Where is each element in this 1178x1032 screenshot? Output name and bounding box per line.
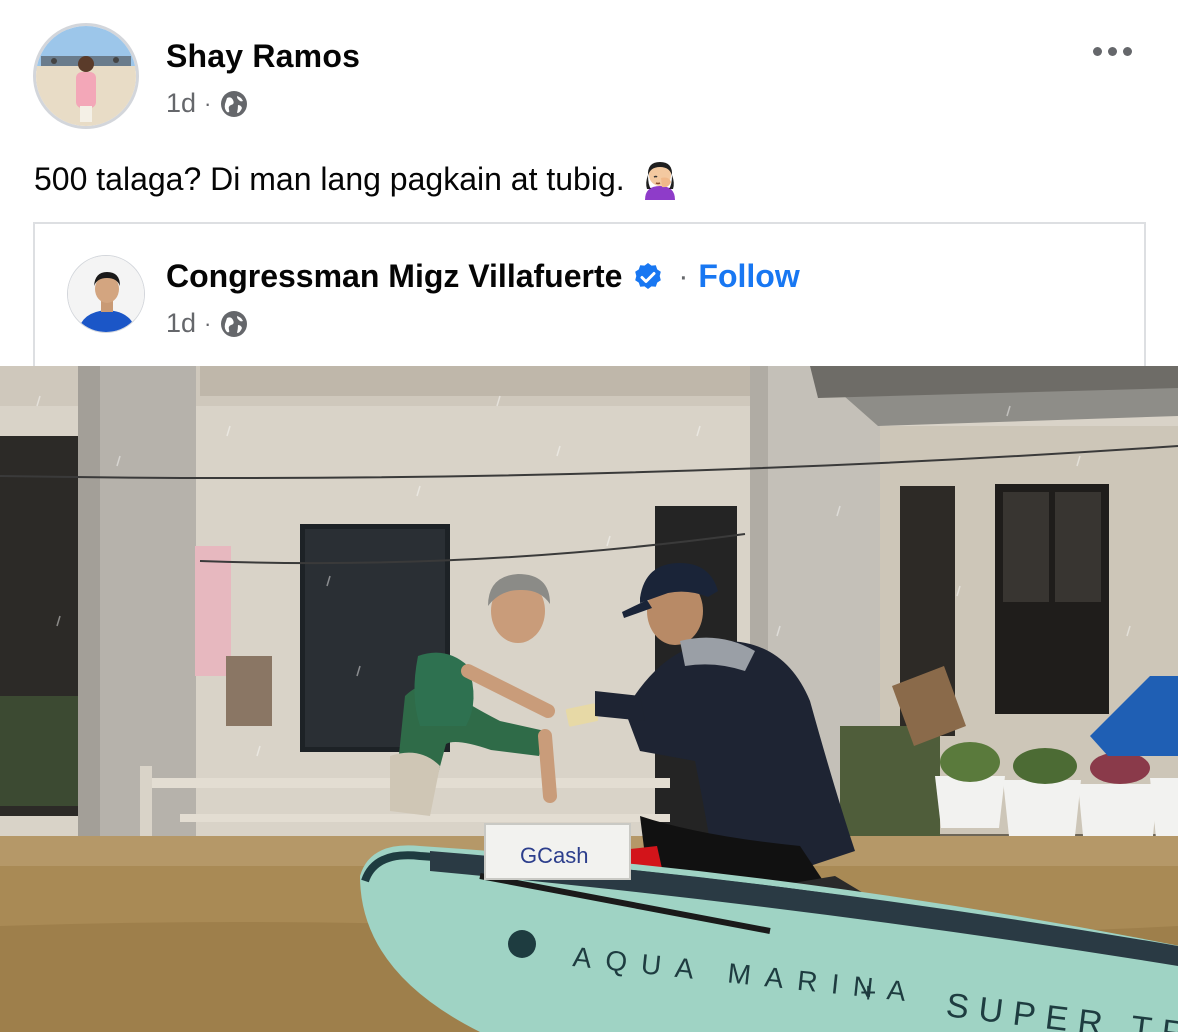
facepalm-emoji-icon (637, 156, 683, 202)
more-dot (1092, 46, 1102, 56)
globe-icon (219, 89, 249, 119)
follow-button[interactable]: Follow (698, 258, 799, 295)
more-dot (1122, 46, 1132, 56)
post-caption: 500 talaga? Di man lang pagkain at tubig… (34, 156, 683, 202)
caption-text: 500 talaga? Di man lang pagkain at tubig… (34, 160, 625, 197)
author-avatar[interactable] (33, 23, 139, 129)
follow-separator: · (678, 259, 689, 293)
meta-separator: · (204, 90, 212, 116)
more-dot (1107, 46, 1117, 56)
shared-meta-separator: · (204, 310, 212, 336)
post-header: Shay Ramos 1d · (0, 0, 1178, 140)
shared-author-row: Congressman Migz Villafuerte · Follow (166, 258, 800, 295)
shared-post-card[interactable]: Congressman Migz Villafuerte · Follow 1d… (33, 222, 1146, 367)
shared-time[interactable]: 1d (166, 308, 196, 339)
gcash-box-text: GCash (520, 843, 588, 868)
shared-meta: 1d · (166, 308, 249, 339)
globe-icon (219, 309, 249, 339)
more-options-icon[interactable] (1082, 36, 1142, 66)
shared-author-name[interactable]: Congressman Migz Villafuerte (166, 258, 622, 295)
author-name[interactable]: Shay Ramos (166, 38, 360, 75)
post-photo[interactable]: GCash AQUA MARINA SUPER TR + (0, 366, 1178, 1032)
shared-author-avatar[interactable] (67, 255, 145, 333)
verified-badge-icon (632, 261, 664, 293)
post-time[interactable]: 1d (166, 88, 196, 119)
post-meta: 1d · (166, 88, 249, 119)
board-plus: + (860, 977, 876, 1008)
